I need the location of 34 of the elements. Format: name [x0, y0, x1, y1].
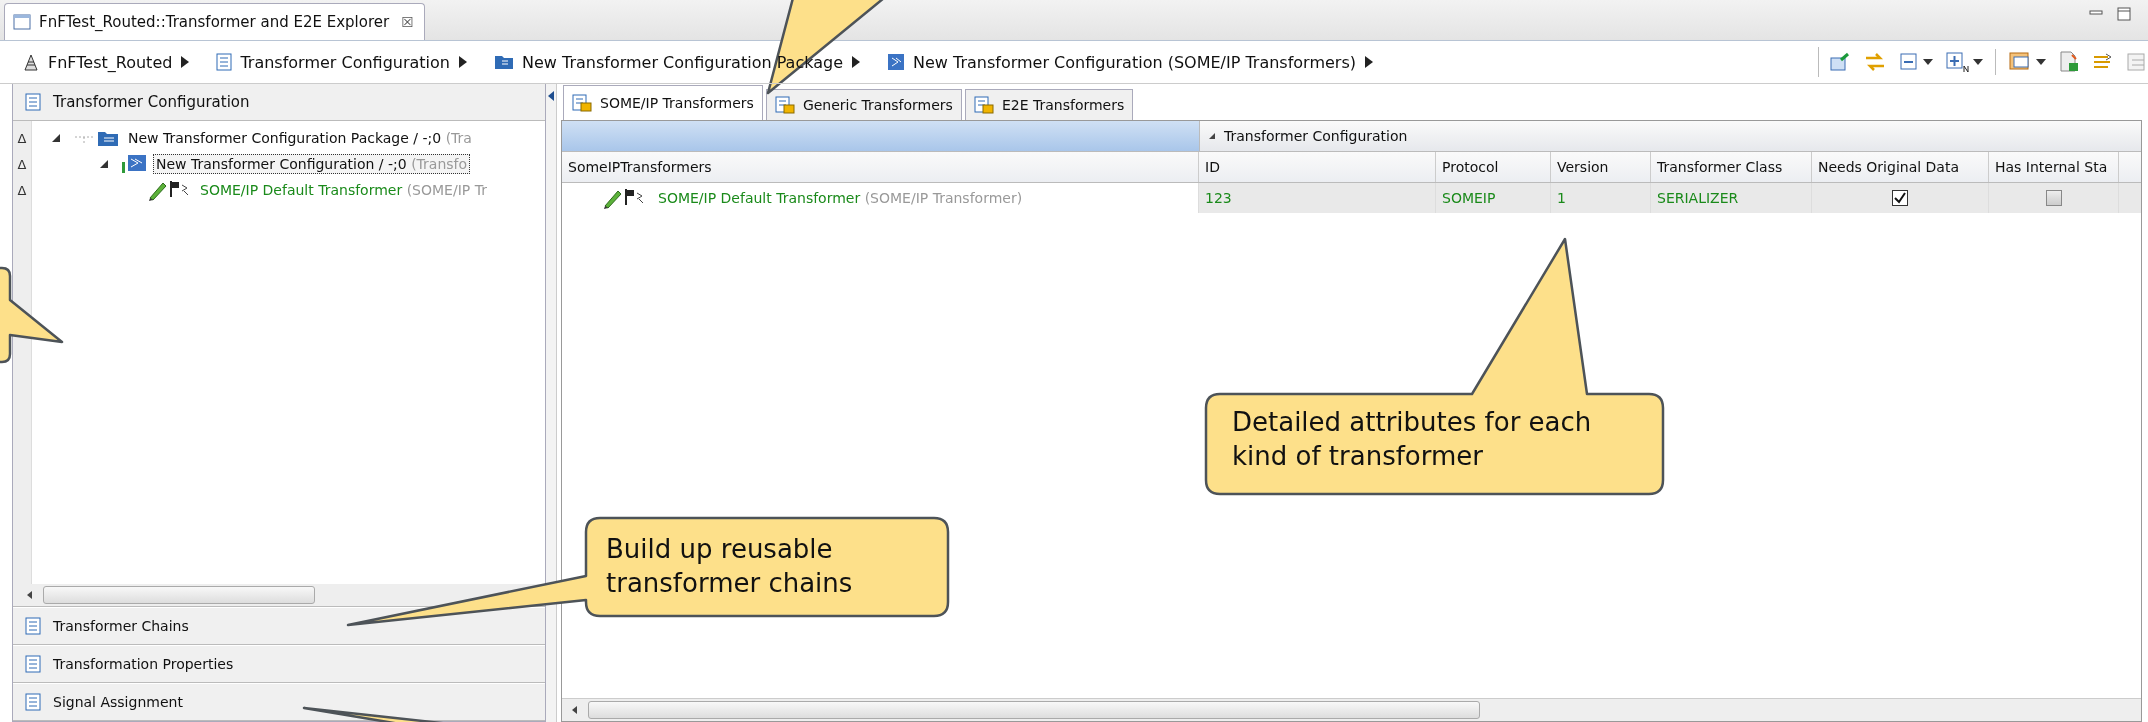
- table-cell: SOME/IP Default Transformer (SOME/IP Transformer): [658, 190, 1023, 206]
- tree-item[interactable]: New Transformer Configuration Package / -;0 (Tra: [125, 128, 475, 148]
- breadcrumb-item[interactable]: Transformer Configuration: [240, 52, 450, 72]
- column-header[interactable]: Transformer Class: [1651, 152, 1812, 182]
- change-marker: Δ: [16, 182, 28, 198]
- column-group-header[interactable]: Transformer Configuration: [1200, 121, 2141, 151]
- tab[interactable]: E2E Transformers: [964, 89, 1134, 120]
- panel-section-header[interactable]: Transformer Chains: [13, 607, 545, 645]
- breadcrumb-item[interactable]: New Transformer Configuration (SOME/IP Transformers): [913, 52, 1356, 72]
- panel-section-header[interactable]: Signal Assignment: [13, 683, 545, 721]
- tree-item[interactable]: New Transformer Configuration / -;0 (Transfo: [153, 154, 471, 174]
- table-cell: 123: [1205, 190, 1232, 206]
- tab[interactable]: SOME/IP Transformers: [563, 85, 763, 120]
- table-cell: 1: [1557, 190, 1566, 206]
- column-header[interactable]: SomeIPTransformers: [562, 152, 1199, 182]
- breadcrumb-item[interactable]: FnFTest_Routed: [48, 52, 173, 72]
- column-header[interactable]: Needs Original Data: [1812, 152, 1989, 182]
- column-header[interactable]: Protocol: [1436, 152, 1551, 182]
- change-marker: Δ: [16, 156, 28, 172]
- column-header[interactable]: Version: [1551, 152, 1651, 182]
- panel-section-header[interactable]: Transformation Properties: [13, 645, 545, 683]
- tab[interactable]: Generic Transformers: [765, 89, 962, 120]
- change-marker: Δ: [16, 130, 28, 146]
- close-tab-button[interactable]: ☒: [401, 14, 414, 30]
- panel-header[interactable]: Transformer Configuration: [13, 84, 545, 121]
- callout-text: Detailed attributes for each kind of transformer: [1232, 406, 1593, 473]
- column-header[interactable]: Has Internal Sta: [1989, 152, 2119, 182]
- tree-item[interactable]: SOME/IP Default Transformer (SOME/IP Tr: [197, 180, 490, 200]
- callout-text: Build up reusable transformer chains: [606, 533, 854, 600]
- editor-tab[interactable]: FnFTest_Routed::Transformer and E2E Explorer ☒: [4, 3, 425, 40]
- table-cell: SOMEIP: [1442, 190, 1496, 206]
- table-cell: SERIALIZER: [1657, 190, 1739, 206]
- column-header[interactable]: ID: [1199, 152, 1436, 182]
- editor-tab-title: FnFTest_Routed::Transformer and E2E Explorer: [39, 13, 390, 31]
